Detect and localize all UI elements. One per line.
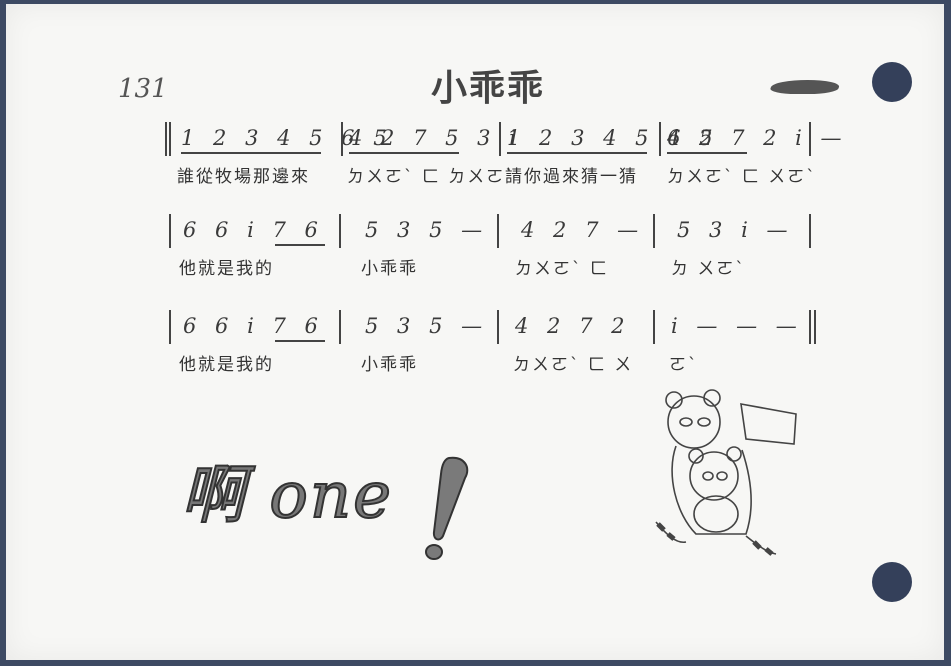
barline <box>809 122 811 156</box>
double-barline <box>165 122 167 156</box>
lyric-text: 他就是我的 <box>179 355 274 375</box>
barline <box>169 310 171 344</box>
ink-dash-mark <box>768 80 842 94</box>
measure: 4 2 7 — <box>521 218 645 242</box>
barline <box>497 310 499 344</box>
beam-underline <box>275 340 325 342</box>
measure: 4 2 7 2 <box>515 314 631 338</box>
barline <box>169 122 171 156</box>
barline <box>339 214 341 248</box>
notation-row: 6 6 i 7 6 5 3 5 — 4 2 7 — 5 3 i — <box>169 214 819 250</box>
barline <box>653 310 655 344</box>
lyric-text: ㄉㄨㄛˋ ㄈ ㄉㄨㄛˋ <box>347 167 516 187</box>
score-page: 131 小乖乖 1 2 3 4 5 6 5 4 2 7 5 3 i 1 2 3 … <box>6 4 944 660</box>
measure: 5 3 5 — <box>365 218 489 242</box>
final-barline <box>814 310 816 344</box>
staff-line-1: 1 2 3 4 5 6 5 4 2 7 5 3 i 1 2 3 4 5 6 5 … <box>165 122 842 190</box>
measure: 6 6 i 7 6 <box>183 314 324 338</box>
song-title: 小乖乖 <box>431 68 546 109</box>
measure: 4 2 7 5 3 i <box>349 126 522 150</box>
barline <box>169 214 171 248</box>
barline <box>339 310 341 344</box>
barline <box>809 214 811 248</box>
binder-hole-top <box>872 62 912 102</box>
final-barline <box>809 310 811 344</box>
barline <box>499 122 501 156</box>
barline <box>659 122 661 156</box>
lyrics-row: 他就是我的 小乖乖 ㄉㄨㄛˋ ㄈ ㄉ ㄨㄛˋ <box>169 254 819 282</box>
lyric-text: 誰從牧場那邊來 <box>177 167 310 187</box>
lyric-text: ㄉㄨㄛˋ ㄈ ㄨ <box>513 355 634 375</box>
beam-underline <box>349 152 459 154</box>
raccoon-cartoon-icon <box>655 389 797 556</box>
notation-row: 1 2 3 4 5 6 5 4 2 7 5 3 i 1 2 3 4 5 6 5 … <box>165 122 842 158</box>
handwritten-exclamation-text: 啊 one <box>180 458 393 534</box>
lyric-text: ㄉㄨㄛˋ ㄈ ㄨㄛˋ <box>667 167 817 187</box>
barline <box>341 122 343 156</box>
beam-underline <box>275 244 325 246</box>
lyric-text: 他就是我的 <box>179 259 274 279</box>
binder-hole-bottom <box>872 562 912 602</box>
barline <box>653 214 655 248</box>
page-number: 131 <box>118 74 168 104</box>
lyric-text: 小乖乖 <box>361 355 418 375</box>
lyrics-row: 他就是我的 小乖乖 ㄉㄨㄛˋ ㄈ ㄨ ㄛˋ <box>169 350 819 378</box>
lyric-text: ㄉ ㄨㄛˋ <box>671 259 746 279</box>
lyric-text: 小乖乖 <box>361 259 418 279</box>
measure: 5 3 i — <box>677 218 794 242</box>
staff-line-3: 6 6 i 7 6 5 3 5 — 4 2 7 2 i — — — 他就是我的 … <box>169 310 819 378</box>
barline <box>497 214 499 248</box>
staff-line-2: 6 6 i 7 6 5 3 5 — 4 2 7 — 5 3 i — 他就是我的 … <box>169 214 819 282</box>
lyric-text: ㄛˋ <box>669 355 699 375</box>
lyrics-row: 誰從牧場那邊來 ㄉㄨㄛˋ ㄈ ㄉㄨㄛˋ 請你過來猜一猜 ㄉㄨㄛˋ ㄈ ㄨㄛˋ <box>169 162 819 190</box>
beam-underline <box>667 152 747 154</box>
measure: i — — — <box>671 314 803 338</box>
exclamation-mark-icon <box>425 456 469 560</box>
beam-underline <box>181 152 321 154</box>
lyric-text: ㄉㄨㄛˋ ㄈ <box>515 259 609 279</box>
measure: 6 6 i 7 6 <box>183 218 324 242</box>
measure: 5 3 5 — <box>365 314 489 338</box>
lyric-text: 請你過來猜一猜 <box>505 167 638 187</box>
notation-row: 6 6 i 7 6 5 3 5 — 4 2 7 2 i — — — <box>169 310 819 346</box>
beam-underline <box>507 152 647 154</box>
measure: 4 2 7 2 i — <box>667 126 848 150</box>
